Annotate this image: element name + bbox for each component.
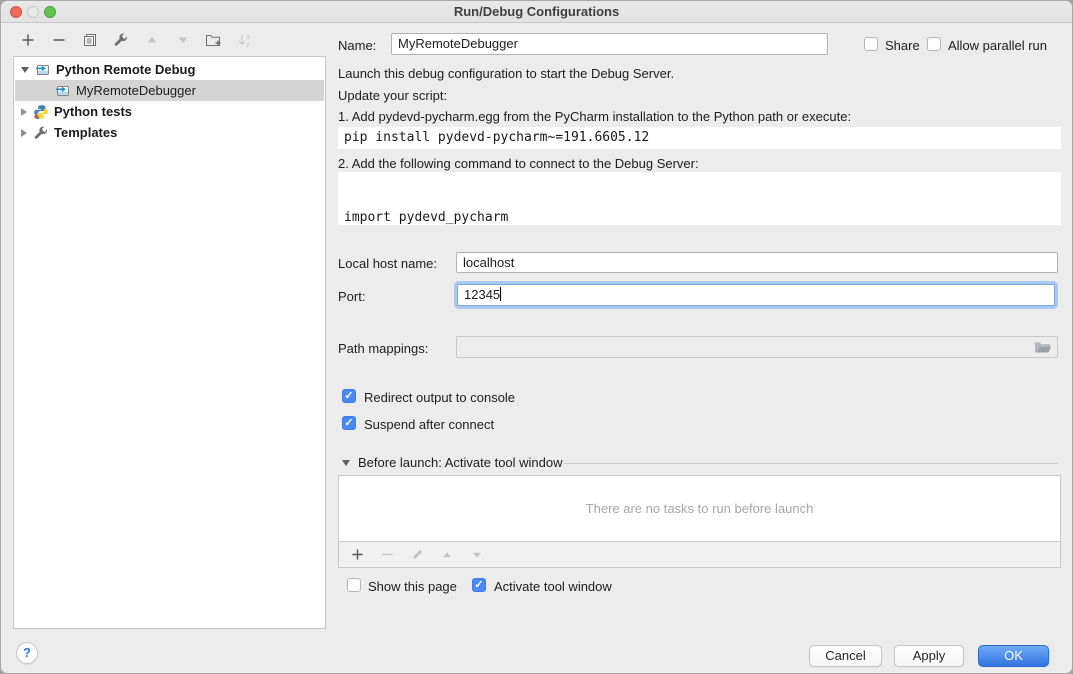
sort-az-icon: az: [236, 31, 254, 49]
configurations-tree: Python Remote Debug MyRemoteDebugger Pyt…: [13, 56, 326, 629]
run-debug-configurations-dialog: Run/Debug Configurations az Python Remot…: [0, 0, 1073, 674]
browse-folder-icon: [1034, 341, 1052, 359]
apply-button[interactable]: Apply: [894, 645, 964, 667]
chevron-expanded-icon[interactable]: [21, 67, 29, 73]
plus-icon[interactable]: [348, 546, 366, 564]
tree-item-python-tests[interactable]: Python tests: [15, 101, 324, 122]
arrow-down-icon: [468, 546, 486, 564]
allow-parallel-run-checkbox[interactable]: [927, 37, 941, 51]
arrow-up-icon: [143, 31, 161, 49]
plus-icon[interactable]: [19, 31, 37, 49]
share-checkbox[interactable]: [864, 37, 878, 51]
tree-item-templates[interactable]: Templates: [15, 122, 324, 143]
activate-tool-window-checkbox[interactable]: [472, 578, 486, 592]
titlebar: Run/Debug Configurations: [1, 1, 1072, 23]
minus-icon: [378, 546, 396, 564]
svg-text:a: a: [246, 34, 250, 41]
remote-debug-icon: [55, 83, 71, 99]
ok-button[interactable]: OK: [978, 645, 1049, 667]
arrow-up-icon: [438, 546, 456, 564]
local-host-input[interactable]: localhost: [456, 252, 1058, 273]
help-button[interactable]: ?: [16, 642, 38, 664]
name-input[interactable]: MyRemoteDebugger: [391, 33, 828, 55]
code-line-1: import pydevd_pycharm: [344, 209, 1055, 225]
show-this-page-checkbox[interactable]: [347, 578, 361, 592]
chevron-collapsed-icon[interactable]: [21, 129, 27, 137]
wrench-icon[interactable]: [112, 31, 130, 49]
before-launch-title: Before launch: Activate tool window: [358, 455, 563, 470]
instruction-line-2: Update your script:: [338, 88, 447, 103]
pip-command-code: pip install pydevd-pycharm~=191.6605.12: [338, 127, 1061, 149]
port-input[interactable]: 12345: [457, 284, 1055, 306]
suspend-after-connect-checkbox[interactable]: [342, 416, 356, 430]
name-label: Name:: [338, 38, 376, 53]
show-this-page-label: Show this page: [368, 579, 457, 594]
tree-item-label: Python Remote Debug: [56, 62, 195, 77]
copy-icon[interactable]: [81, 31, 99, 49]
tasks-empty-text: There are no tasks to run before launch: [586, 501, 814, 516]
wrench-icon: [33, 125, 49, 141]
arrow-down-icon: [174, 31, 192, 49]
tree-item-myremotedebugger[interactable]: MyRemoteDebugger: [15, 80, 324, 101]
cancel-button[interactable]: Cancel: [809, 645, 882, 667]
remote-debug-icon: [35, 62, 51, 78]
sidebar-toolbar: az: [19, 31, 254, 49]
activate-tool-window-label: Activate tool window: [494, 579, 612, 594]
before-launch-tasks-list: There are no tasks to run before launch: [338, 475, 1061, 542]
tree-item-label: Templates: [54, 125, 117, 140]
instruction-line-1: Launch this debug configuration to start…: [338, 66, 674, 81]
python-icon: [33, 104, 49, 120]
path-mappings-input: [456, 336, 1058, 358]
tasks-toolbar: [338, 541, 1061, 568]
window-title: Run/Debug Configurations: [1, 4, 1072, 19]
port-label: Port:: [338, 289, 365, 304]
tree-item-label: Python tests: [54, 104, 132, 119]
tree-item-label: MyRemoteDebugger: [76, 83, 196, 98]
suspend-after-connect-label: Suspend after connect: [364, 417, 494, 432]
settrace-code: import pydevd_pycharm pydevd_pycharm.set…: [338, 172, 1061, 225]
svg-text:z: z: [246, 42, 250, 48]
before-launch-collapse-icon[interactable]: [342, 460, 350, 466]
pencil-icon: [408, 546, 426, 564]
local-host-label: Local host name:: [338, 256, 437, 271]
folder-plus-icon[interactable]: [205, 31, 223, 49]
instruction-step-1: 1. Add pydevd-pycharm.egg from the PyCha…: [338, 109, 851, 124]
redirect-output-label: Redirect output to console: [364, 390, 515, 405]
tree-item-python-remote-debug[interactable]: Python Remote Debug: [15, 59, 324, 80]
chevron-collapsed-icon[interactable]: [21, 108, 27, 116]
before-launch-separator: [564, 463, 1058, 464]
minus-icon[interactable]: [50, 31, 68, 49]
path-mappings-label: Path mappings:: [338, 341, 428, 356]
allow-parallel-run-label: Allow parallel run: [948, 38, 1047, 53]
text-caret: [500, 287, 501, 301]
share-label: Share: [885, 38, 920, 53]
redirect-output-checkbox[interactable]: [342, 389, 356, 403]
port-value: 12345: [464, 287, 500, 302]
instruction-step-2: 2. Add the following command to connect …: [338, 156, 699, 171]
